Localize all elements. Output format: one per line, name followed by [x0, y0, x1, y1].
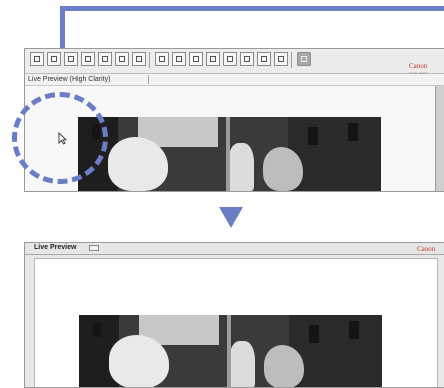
live-preview-area[interactable] — [34, 258, 438, 387]
image-seam — [227, 315, 231, 387]
brightness-up-icon[interactable] — [189, 52, 203, 66]
preview-image — [78, 117, 381, 191]
toolbar — [25, 49, 444, 74]
zoom-in-icon[interactable] — [223, 52, 237, 66]
brightness-down-icon[interactable] — [206, 52, 220, 66]
camera-icon[interactable] — [30, 52, 44, 66]
rotate-right-icon[interactable] — [115, 52, 129, 66]
callout-line-horizontal — [60, 6, 444, 11]
save-icon[interactable] — [274, 52, 288, 66]
tag-icon[interactable] — [297, 52, 311, 66]
status-divider — [148, 75, 149, 84]
paste-icon[interactable] — [64, 52, 78, 66]
preview-image — [79, 315, 382, 387]
toolbar-separator — [149, 52, 150, 68]
grid-icon[interactable] — [155, 52, 169, 66]
list-icon[interactable] — [172, 52, 186, 66]
crop-icon[interactable] — [132, 52, 146, 66]
window-title: Live Preview — [34, 244, 77, 251]
vertical-scrollbar[interactable] — [435, 86, 444, 191]
brand-logo: Canon — [409, 62, 428, 70]
status-bar: Live Preview (High Clarity) — [25, 74, 444, 86]
export-icon[interactable] — [81, 52, 95, 66]
restore-icon[interactable] — [89, 245, 99, 251]
rotate-left-icon[interactable] — [98, 52, 112, 66]
brand-logo: Canon — [417, 245, 436, 253]
image-seam — [226, 117, 230, 191]
copy-icon[interactable] — [47, 52, 61, 66]
bottom-window: Live Preview Canon — [24, 242, 444, 388]
highlight-circle — [12, 92, 108, 184]
zoom-out-icon[interactable] — [240, 52, 254, 66]
toolbar-separator — [291, 52, 292, 68]
fit-icon[interactable] — [257, 52, 271, 66]
title-bar: Live Preview Canon — [25, 243, 444, 255]
status-label: Live Preview (High Clarity) — [28, 76, 111, 83]
down-arrow-icon — [219, 207, 243, 228]
